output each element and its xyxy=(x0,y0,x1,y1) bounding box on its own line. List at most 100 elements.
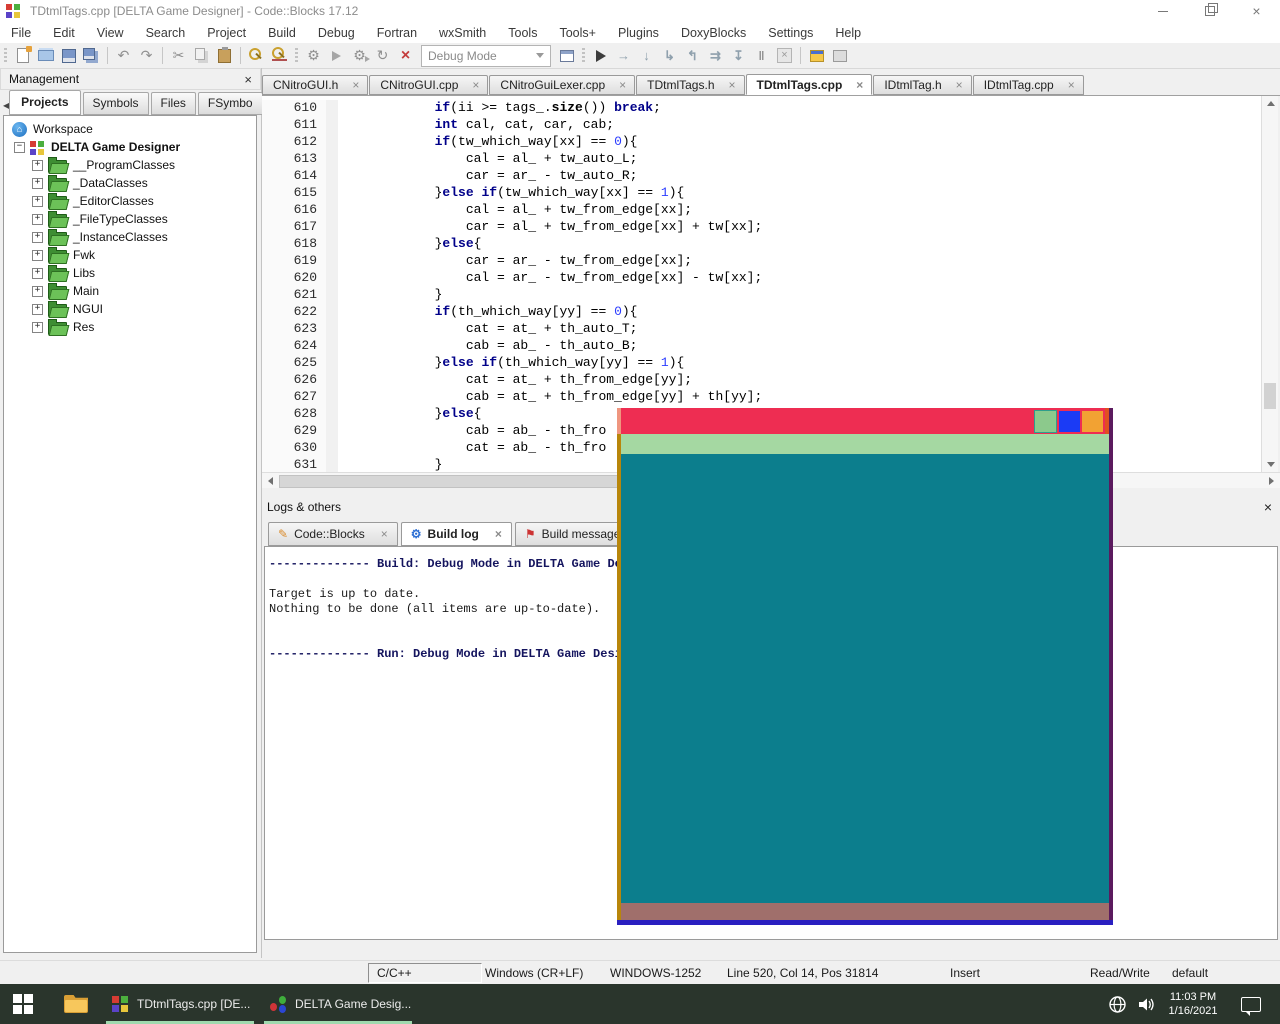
find-button[interactable] xyxy=(245,45,268,67)
delta-app-window[interactable] xyxy=(617,408,1113,925)
new-file-button[interactable] xyxy=(11,45,34,67)
expander-plus-icon[interactable]: + xyxy=(32,178,43,189)
menu-item-plugins[interactable]: Plugins xyxy=(607,26,670,40)
scroll-down-arrow[interactable] xyxy=(1262,457,1279,472)
menu-item-wxsmith[interactable]: wxSmith xyxy=(428,26,497,40)
menu-item-fortran[interactable]: Fortran xyxy=(366,26,428,40)
tree-item-libs[interactable]: +Libs xyxy=(4,264,256,282)
editor-tab-idtmltag-h[interactable]: IDtmlTag.h× xyxy=(873,75,971,95)
menu-item-project[interactable]: Project xyxy=(196,26,257,40)
tree-item-ngui[interactable]: +NGUI xyxy=(4,300,256,318)
tree-item-programclasses[interactable]: +__ProgramClasses xyxy=(4,156,256,174)
menu-item-debug[interactable]: Debug xyxy=(307,26,366,40)
build-target-select[interactable]: Debug Mode xyxy=(421,45,551,67)
logs-close-icon[interactable]: × xyxy=(1264,499,1272,515)
editor-tab-tdtmltags-h[interactable]: TDtmlTags.h× xyxy=(636,75,744,95)
expander-plus-icon[interactable]: + xyxy=(32,322,43,333)
expander-plus-icon[interactable]: + xyxy=(32,250,43,261)
compiler-options-button[interactable] xyxy=(555,45,578,67)
scroll-right-arrow[interactable] xyxy=(1263,473,1280,488)
abort-build-button[interactable]: × xyxy=(394,45,417,67)
step-out-button[interactable]: ↰ xyxy=(681,45,704,67)
menu-item-view[interactable]: View xyxy=(86,26,135,40)
management-tab-files[interactable]: Files xyxy=(151,92,196,115)
tree-item-main[interactable]: +Main xyxy=(4,282,256,300)
paste-button[interactable] xyxy=(213,45,236,67)
menu-item-search[interactable]: Search xyxy=(135,26,197,40)
next-instruction-button[interactable]: ⇉ xyxy=(704,45,727,67)
tree-item-editorclasses[interactable]: +_EditorClasses xyxy=(4,192,256,210)
expander-plus-icon[interactable]: + xyxy=(32,160,43,171)
close-tab-icon[interactable]: × xyxy=(381,527,388,541)
close-tab-icon[interactable]: × xyxy=(352,78,359,92)
various-info-button[interactable] xyxy=(828,45,851,67)
expander-plus-icon[interactable]: + xyxy=(32,304,43,315)
replace-button[interactable] xyxy=(268,45,291,67)
run-to-cursor-button[interactable]: → xyxy=(612,45,635,67)
editor-tab-cnitrogui-cpp[interactable]: CNitroGUI.cpp× xyxy=(369,75,488,95)
editor-tab-tdtmltags-cpp[interactable]: TDtmlTags.cpp× xyxy=(746,74,873,95)
expander-plus-icon[interactable]: + xyxy=(32,214,43,225)
menu-item-help[interactable]: Help xyxy=(824,26,872,40)
close-tab-icon[interactable]: × xyxy=(495,527,502,541)
start-button[interactable] xyxy=(13,994,34,1015)
close-tab-icon[interactable]: × xyxy=(956,78,963,92)
copy-button[interactable] xyxy=(190,45,213,67)
taskbar-task-delta-game-desig[interactable]: DELTA Game Desig... xyxy=(262,984,414,1024)
scroll-left-arrow[interactable] xyxy=(262,473,279,488)
tree-item-dataclasses[interactable]: +_DataClasses xyxy=(4,174,256,192)
expander-plus-icon[interactable]: + xyxy=(32,268,43,279)
restore-button[interactable] xyxy=(1186,0,1233,22)
close-tab-icon[interactable]: × xyxy=(856,78,863,92)
app-blue-button[interactable] xyxy=(1059,411,1080,432)
logs-tab-build-log[interactable]: ⚙Build log× xyxy=(401,522,512,546)
expander-minus-icon[interactable]: − xyxy=(14,142,25,153)
app-green-button[interactable] xyxy=(1034,410,1057,433)
open-file-button[interactable] xyxy=(34,45,57,67)
tree-item-fwk[interactable]: +Fwk xyxy=(4,246,256,264)
close-tab-icon[interactable]: × xyxy=(472,78,479,92)
tree-item-instanceclasses[interactable]: +_InstanceClasses xyxy=(4,228,256,246)
expander-plus-icon[interactable]: + xyxy=(32,196,43,207)
vertical-scroll-thumb[interactable] xyxy=(1264,383,1276,409)
save-button[interactable] xyxy=(57,45,80,67)
break-debugger-button[interactable]: ‖ xyxy=(750,45,773,67)
cut-button[interactable]: ✂ xyxy=(167,45,190,67)
save-all-button[interactable] xyxy=(80,45,103,67)
file-explorer-button[interactable] xyxy=(64,995,89,1014)
debug-continue-button[interactable] xyxy=(589,45,612,67)
rebuild-button[interactable]: ↻ xyxy=(371,45,394,67)
management-close-icon[interactable]: × xyxy=(244,72,252,87)
step-into-instruction-button[interactable]: ↧ xyxy=(727,45,750,67)
debugging-windows-button[interactable] xyxy=(805,45,828,67)
editor-tab-idtmltag-cpp[interactable]: IDtmlTag.cpp× xyxy=(973,75,1084,95)
action-center-icon[interactable] xyxy=(1241,997,1261,1012)
app-orange-button[interactable] xyxy=(1082,411,1103,432)
undo-button[interactable]: ↶ xyxy=(112,45,135,67)
volume-icon[interactable] xyxy=(1136,995,1155,1014)
minimize-button[interactable] xyxy=(1139,0,1186,22)
tree-item-delta-game-designer[interactable]: −DELTA Game Designer xyxy=(4,138,256,156)
close-button[interactable]: × xyxy=(1233,0,1280,22)
logs-tab-code-blocks[interactable]: ✎Code::Blocks× xyxy=(268,522,398,546)
menu-item-build[interactable]: Build xyxy=(257,26,307,40)
menu-item-tools-plus[interactable]: Tools+ xyxy=(548,26,606,40)
close-tab-icon[interactable]: × xyxy=(619,78,626,92)
step-into-button[interactable]: ↳ xyxy=(658,45,681,67)
close-tab-icon[interactable]: × xyxy=(1068,78,1075,92)
menu-item-settings[interactable]: Settings xyxy=(757,26,824,40)
expander-plus-icon[interactable]: + xyxy=(32,286,43,297)
editor-tab-cnitrogui-h[interactable]: CNitroGUI.h× xyxy=(262,75,368,95)
redo-button[interactable]: ↷ xyxy=(135,45,158,67)
tree-item-filetypeclasses[interactable]: +_FileTypeClasses xyxy=(4,210,256,228)
menu-item-tools[interactable]: Tools xyxy=(497,26,548,40)
run-button[interactable] xyxy=(325,45,348,67)
menu-item-edit[interactable]: Edit xyxy=(42,26,86,40)
app-window-titlebar[interactable] xyxy=(621,408,1109,434)
tree-item-res[interactable]: +Res xyxy=(4,318,256,336)
build-and-run-button[interactable]: ⚙ xyxy=(348,45,371,67)
expander-plus-icon[interactable]: + xyxy=(32,232,43,243)
editor-tab-cnitroguilexer-cpp[interactable]: CNitroGuiLexer.cpp× xyxy=(489,75,635,95)
scroll-up-arrow[interactable] xyxy=(1262,96,1279,111)
tree-item-workspace[interactable]: Workspace xyxy=(4,120,256,138)
